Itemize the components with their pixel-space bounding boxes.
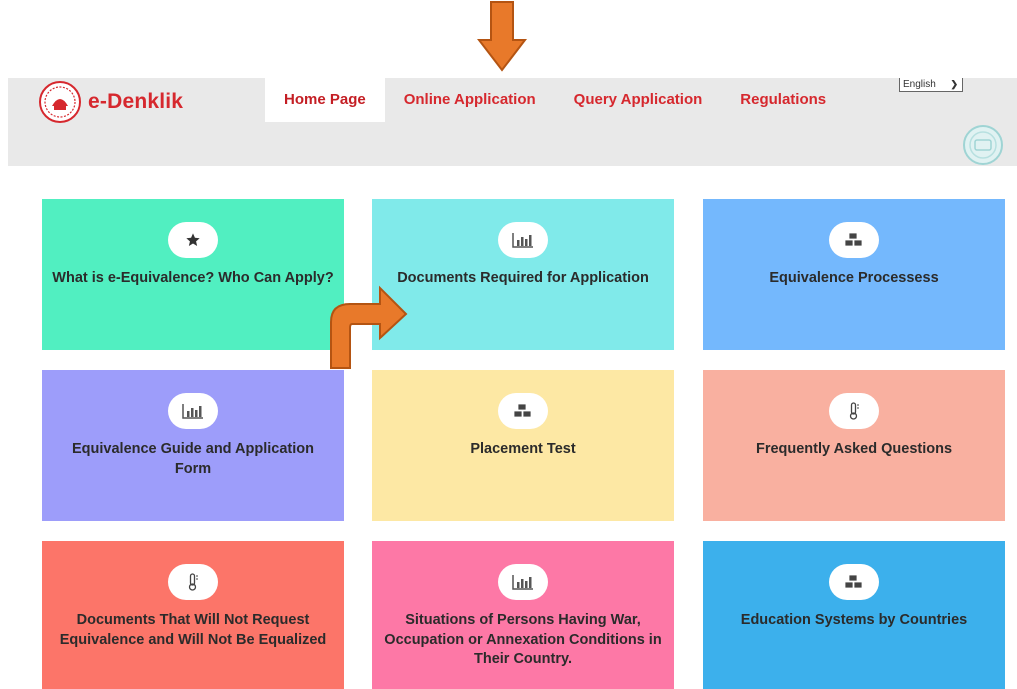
card-title: Equivalence Guide and Application Form <box>72 441 314 477</box>
ministry-emblem-icon <box>39 81 81 123</box>
bar-chart-icon <box>512 575 533 590</box>
card-war-occupation-annexation[interactable]: Situations of Persons Having War, Occupa… <box>372 541 674 689</box>
card-documents-not-equalized[interactable]: Documents That Will Not Request Equivale… <box>42 541 344 689</box>
certificate-seal-icon <box>963 125 1003 165</box>
card-icon-badge <box>498 393 548 429</box>
card-icon-badge <box>498 222 548 258</box>
card-title: What is e-Equivalence? Who Can Apply? <box>52 270 334 286</box>
nav-online-application[interactable]: Online Application <box>385 78 555 122</box>
card-icon-badge <box>829 222 879 258</box>
card-icon-badge <box>829 564 879 600</box>
language-select-value: English <box>903 79 936 90</box>
cubes-icon <box>844 232 863 247</box>
card-title: Documents That Will Not Request Equivale… <box>59 612 327 648</box>
nav-home-page[interactable]: Home Page <box>265 78 385 122</box>
logo-text: e-Denklik <box>88 90 184 113</box>
card-title: Documents Required for Application <box>397 270 649 286</box>
bar-chart-icon <box>182 404 203 419</box>
site-logo[interactable]: e-Denklik <box>38 80 183 124</box>
cubes-icon <box>513 403 532 418</box>
card-documents-required[interactable]: Documents Required for Application <box>372 199 674 350</box>
card-faq[interactable]: Frequently Asked Questions <box>703 370 1005 521</box>
card-icon-badge <box>168 393 218 429</box>
card-equivalence-processess[interactable]: Equivalence Processess <box>703 199 1005 350</box>
cubes-icon <box>844 574 863 589</box>
card-title: Frequently Asked Questions <box>755 441 953 457</box>
bar-chart-icon <box>512 233 533 248</box>
thermometer-icon <box>188 573 198 591</box>
chevron-down-icon: ❯ <box>950 79 958 89</box>
language-select[interactable]: English ❯ <box>899 78 963 92</box>
card-icon-badge <box>498 564 548 600</box>
card-title: Equivalence Processess <box>769 270 939 286</box>
thermometer-icon <box>849 402 859 420</box>
card-equivalence-guide[interactable]: Equivalence Guide and Application Form <box>42 370 344 521</box>
main-nav: Home Page Online Application Query Appli… <box>265 78 845 122</box>
card-what-is-e-equivalence[interactable]: What is e-Equivalence? Who Can Apply? <box>42 199 344 350</box>
card-title: Education Systems by Countries <box>740 612 968 628</box>
star-icon <box>186 233 200 246</box>
card-placement-test[interactable]: Placement Test <box>372 370 674 521</box>
card-education-systems[interactable]: Education Systems by Countries <box>703 541 1005 689</box>
card-title: Situations of Persons Having War, Occupa… <box>384 612 662 667</box>
card-icon-badge <box>168 564 218 600</box>
annotation-arrow-down-icon <box>477 1 527 72</box>
card-icon-badge <box>829 393 879 429</box>
nav-regulations[interactable]: Regulations <box>721 78 845 122</box>
nav-query-application[interactable]: Query Application <box>555 78 722 122</box>
card-title: Placement Test <box>470 441 576 457</box>
card-icon-badge <box>168 222 218 258</box>
site-header: e-Denklik Home Page Online Application Q… <box>8 78 1017 166</box>
annotation-arrow-bent-icon <box>330 285 408 369</box>
